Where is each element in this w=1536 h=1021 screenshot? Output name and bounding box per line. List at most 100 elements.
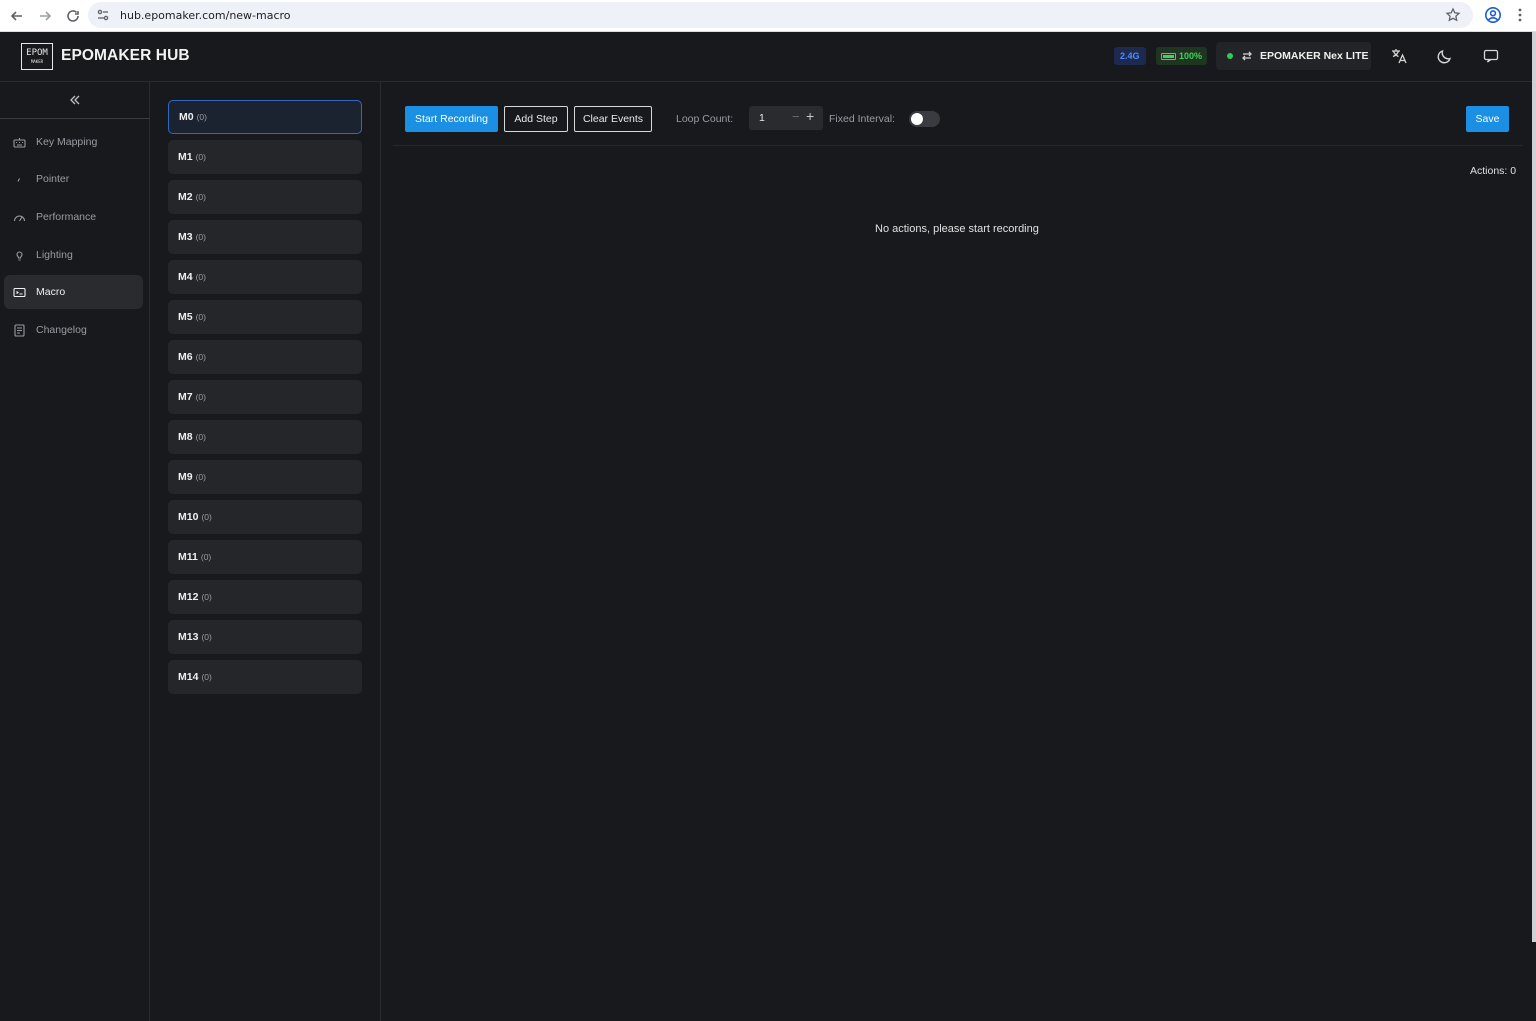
keyboard-icon xyxy=(13,137,26,148)
macro-item-m6[interactable]: M6 (0) xyxy=(168,340,362,374)
macro-item-m2[interactable]: M2 (0) xyxy=(168,180,362,214)
macro-name: M13 xyxy=(178,631,199,643)
macro-name: M4 xyxy=(178,271,193,283)
browser-menu-icon[interactable] xyxy=(1514,6,1526,24)
sidebar-item-label: Pointer xyxy=(36,173,70,185)
reload-icon[interactable] xyxy=(62,5,84,27)
fixed-interval-toggle[interactable] xyxy=(909,111,940,127)
add-step-button[interactable]: Add Step xyxy=(504,106,568,132)
macro-list: M0 (0) M1 (0) M2 (0) M3 (0) M4 (0) M5 (0) M6 (0… xyxy=(150,82,381,1021)
macro-item-m11[interactable]: M11 (0) xyxy=(168,540,362,574)
browser-toolbar: hub.epomaker.com/new-macro xyxy=(0,0,1536,32)
fixed-interval-label: Fixed Interval: xyxy=(829,113,895,125)
bookmark-star-icon[interactable] xyxy=(1445,7,1461,23)
macro-name: M10 xyxy=(178,511,199,523)
macro-count: (0) xyxy=(201,672,212,682)
sidebar-item-key-mapping[interactable]: Key Mapping xyxy=(4,125,143,159)
macro-item-m8[interactable]: M8 (0) xyxy=(168,420,362,454)
macro-count: (0) xyxy=(200,552,212,562)
epomaker-logo: EPOM MAKER xyxy=(21,43,53,70)
sidebar: Key Mapping Pointer Performance Lighting… xyxy=(0,82,150,1021)
save-button[interactable]: Save xyxy=(1466,106,1509,132)
macro-name: M6 xyxy=(178,351,193,363)
macro-toolbar: Start Recording Add Step Clear Events Lo… xyxy=(393,82,1523,146)
profile-icon[interactable] xyxy=(1484,6,1502,24)
macro-name: M11 xyxy=(178,551,198,563)
actions-count: Actions: 0 xyxy=(1470,165,1517,177)
page-scrollbar[interactable] xyxy=(1532,32,1536,942)
translate-icon[interactable] xyxy=(1390,47,1408,65)
macro-editor: Start Recording Add Step Clear Events Lo… xyxy=(381,82,1536,1021)
sidebar-item-label: Changelog xyxy=(36,324,87,336)
macro-count: (0) xyxy=(195,432,206,442)
macro-count: (0) xyxy=(196,112,207,122)
macro-name: M1 xyxy=(178,151,193,163)
back-icon[interactable] xyxy=(6,5,28,27)
app-header: EPOM MAKER EPOMAKER HUB 2.4G 100% EPOMAK… xyxy=(0,32,1536,82)
device-name: EPOMAKER Nex LITE xyxy=(1260,50,1369,62)
bulb-icon xyxy=(16,250,23,261)
increment-button[interactable]: + xyxy=(806,108,814,124)
macro-name: M12 xyxy=(178,591,199,603)
macro-name: M14 xyxy=(178,671,199,683)
battery-label: 100% xyxy=(1179,51,1203,61)
document-icon xyxy=(14,323,25,337)
moon-icon[interactable] xyxy=(1436,47,1454,65)
site-settings-icon[interactable] xyxy=(96,8,110,22)
macro-item-m1[interactable]: M1 (0) xyxy=(168,140,362,174)
address-bar[interactable]: hub.epomaker.com/new-macro xyxy=(88,2,1473,28)
macro-item-m9[interactable]: M9 (0) xyxy=(168,460,362,494)
macro-item-m14[interactable]: M14 (0) xyxy=(168,660,362,694)
gauge-icon xyxy=(13,215,26,221)
sidebar-item-label: Macro xyxy=(36,286,66,298)
macro-count: (0) xyxy=(201,592,212,602)
online-status-dot xyxy=(1227,53,1233,59)
start-recording-button[interactable]: Start Recording xyxy=(405,106,498,132)
url-text: hub.epomaker.com/new-macro xyxy=(120,8,291,22)
sidebar-item-macro[interactable]: Macro xyxy=(4,275,143,309)
macro-item-m12[interactable]: M12 (0) xyxy=(168,580,362,614)
macro-item-m4[interactable]: M4 (0) xyxy=(168,260,362,294)
macro-name: M5 xyxy=(178,311,193,323)
double-chevron-left-icon xyxy=(70,95,80,105)
loop-count-label: Loop Count: xyxy=(676,113,734,125)
swap-icon xyxy=(1242,51,1252,61)
sidebar-item-label: Performance xyxy=(36,211,97,223)
macro-name: M2 xyxy=(178,191,193,203)
macro-count: (0) xyxy=(195,152,206,162)
logo-text-bottom: MAKER xyxy=(30,59,44,64)
toggle-knob xyxy=(911,113,923,125)
clear-events-button[interactable]: Clear Events xyxy=(574,106,652,132)
macro-item-m13[interactable]: M13 (0) xyxy=(168,620,362,654)
connection-badge: 2.4G xyxy=(1114,47,1146,65)
collapse-sidebar-button[interactable] xyxy=(0,82,150,119)
macro-item-m7[interactable]: M7 (0) xyxy=(168,380,362,414)
loop-count-stepper[interactable]: 1 − + xyxy=(749,106,823,130)
macro-name: M0 xyxy=(179,111,194,123)
macro-count: (0) xyxy=(195,272,206,282)
sidebar-item-performance[interactable]: Performance xyxy=(4,200,143,234)
empty-state-message: No actions, please start recording xyxy=(875,223,1039,235)
macro-item-m0[interactable]: M0 (0) xyxy=(168,100,362,134)
macro-name: M3 xyxy=(178,231,193,243)
macro-item-m5[interactable]: M5 (0) xyxy=(168,300,362,334)
app-title: EPOMAKER HUB xyxy=(61,47,190,64)
sidebar-item-label: Key Mapping xyxy=(36,136,98,148)
macro-count: (0) xyxy=(195,232,206,242)
forward-icon[interactable] xyxy=(34,5,56,27)
macro-item-m3[interactable]: M3 (0) xyxy=(168,220,362,254)
macro-count: (0) xyxy=(195,312,206,322)
sidebar-item-changelog[interactable]: Changelog xyxy=(4,313,143,347)
feedback-icon[interactable] xyxy=(1482,47,1500,65)
macro-name: M9 xyxy=(178,471,193,483)
macro-count: (0) xyxy=(201,512,212,522)
macro-count: (0) xyxy=(195,192,206,202)
macro-item-m10[interactable]: M10 (0) xyxy=(168,500,362,534)
decrement-button[interactable]: − xyxy=(792,109,800,124)
sidebar-item-pointer[interactable]: Pointer xyxy=(4,162,143,196)
device-selector[interactable]: EPOMAKER Nex LITE xyxy=(1216,42,1371,70)
loop-count-value[interactable]: 1 xyxy=(759,112,765,124)
pointer-icon xyxy=(17,177,20,182)
macro-count: (0) xyxy=(195,392,206,402)
sidebar-item-lighting[interactable]: Lighting xyxy=(4,238,143,272)
